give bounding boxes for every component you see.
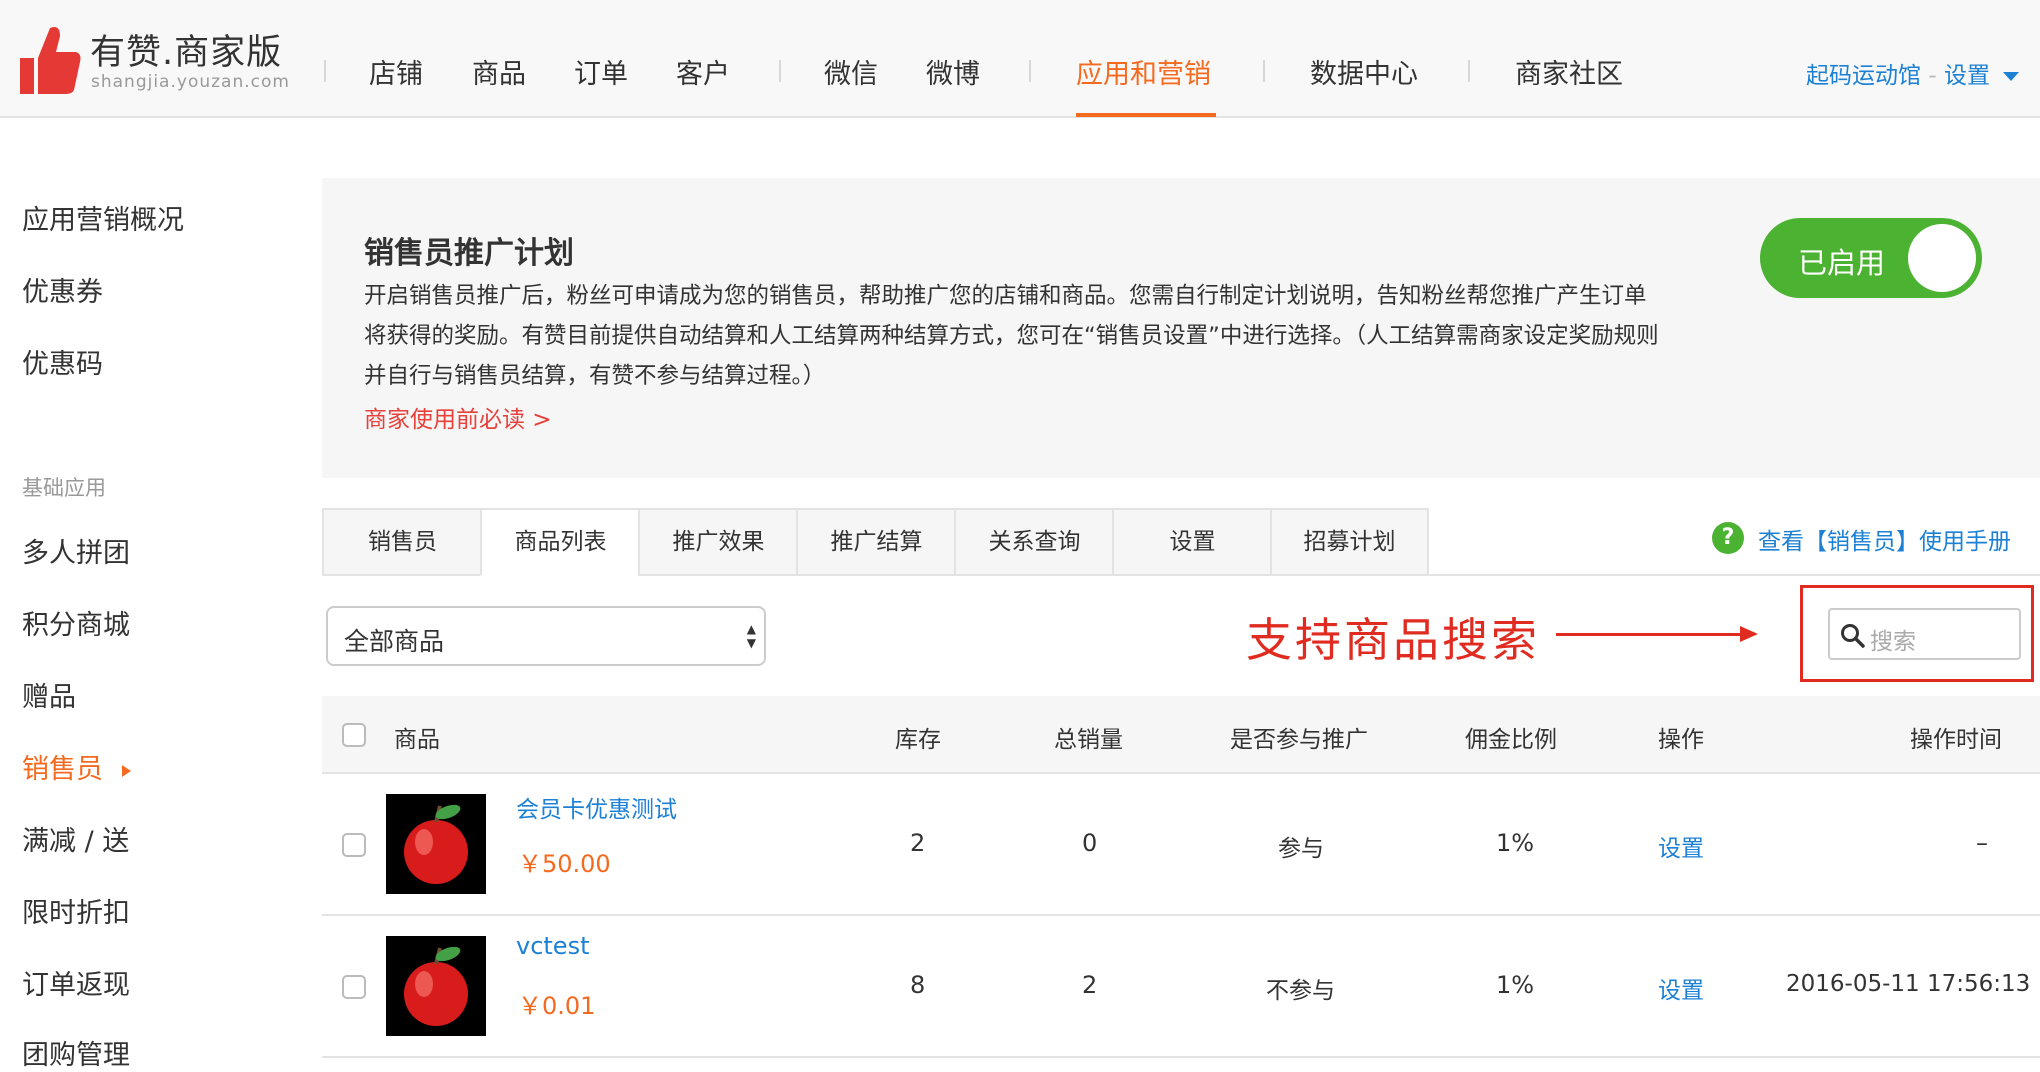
thumbs-up-logo-icon — [20, 27, 81, 94]
nav-divider — [324, 60, 326, 82]
promotion-status: 不参与 — [1266, 978, 1335, 1004]
tab-relation-query[interactable]: 关系查询 — [954, 508, 1113, 576]
select-arrows-icon: ▲ ▼ — [746, 622, 756, 650]
top-nav-bar: 有赞.商家版 shangjia.youzan.com 店铺 商品 订单 客户 微… — [0, 0, 2040, 118]
intro-title: 销售员推广计划 — [364, 236, 574, 271]
sidebar-item-discount-gift[interactable]: 满减 / 送 — [22, 819, 129, 858]
action-time: – — [1976, 829, 1988, 857]
nav-orders[interactable]: 订单 — [574, 52, 628, 91]
promotion-status: 参与 — [1278, 836, 1324, 862]
sidebar-item-points-mall[interactable]: 积分商城 — [22, 603, 130, 642]
sidebar-item-gifts[interactable]: 赠品 — [22, 675, 76, 714]
nav-store[interactable]: 店铺 — [369, 52, 423, 91]
nav-customers[interactable]: 客户 — [676, 52, 730, 91]
nav-divider — [1263, 60, 1265, 82]
col-action: 操作 — [1658, 727, 1704, 753]
col-commission: 佣金比例 — [1465, 727, 1557, 753]
product-thumbnail[interactable] — [386, 936, 486, 1036]
brand-logo[interactable]: 有赞.商家版 shangjia.youzan.com — [18, 22, 290, 102]
product-name-link[interactable]: 会员卡优惠测试 — [516, 790, 677, 824]
sales-value: 0 — [1082, 829, 1098, 857]
product-price: ￥0.01 — [518, 992, 596, 1020]
caret-down-icon[interactable] — [2003, 72, 2020, 81]
select-all-checkbox[interactable] — [342, 723, 366, 747]
row-settings-link[interactable]: 设置 — [1658, 829, 1704, 863]
nav-divider — [1029, 60, 1031, 82]
commission-value: 1% — [1496, 829, 1535, 857]
sidebar-item-label: 销售员 — [22, 754, 103, 785]
nav-data-center[interactable]: 数据中心 — [1310, 52, 1418, 91]
toggle-label: 已启用 — [1798, 246, 1886, 280]
nav-products[interactable]: 商品 — [472, 52, 526, 91]
sidebar-item-coupon-codes[interactable]: 优惠码 — [22, 342, 103, 381]
tab-settings[interactable]: 设置 — [1112, 508, 1271, 576]
toggle-knob — [1908, 224, 1976, 292]
apple-icon — [404, 946, 468, 1026]
select-value: 全部商品 — [344, 627, 445, 656]
must-read-link[interactable]: 商家使用前必读 > — [364, 400, 552, 434]
nav-wechat[interactable]: 微信 — [824, 52, 878, 91]
nav-weibo[interactable]: 微博 — [926, 52, 980, 91]
row-checkbox[interactable] — [342, 975, 366, 999]
help-link-text: 查看【销售员】使用手册 — [1758, 529, 2011, 555]
intro-description: 开启销售员推广后，粉丝可申请成为您的销售员，帮助推广您的店铺和商品。您需自行制定… — [364, 283, 1659, 389]
table-header: 商品 库存 总销量 是否参与推广 佣金比例 操作 操作时间 — [322, 696, 2040, 774]
product-filter-select[interactable]: 全部商品 ▲ ▼ — [326, 606, 766, 666]
nav-apps-marketing[interactable]: 应用和营销 — [1076, 52, 1211, 91]
sidebar-item-flash-discount[interactable]: 限时折扣 — [22, 891, 130, 930]
tab-recruit-plan[interactable]: 招募计划 — [1270, 508, 1429, 576]
stock-value: 2 — [910, 829, 926, 857]
col-total-sales: 总销量 — [1054, 727, 1123, 753]
product-price: ￥50.00 — [518, 850, 611, 878]
tab-promo-settlement[interactable]: 推广结算 — [796, 508, 955, 576]
settings-link[interactable]: 设置 — [1944, 63, 1990, 89]
row-settings-link[interactable]: 设置 — [1658, 971, 1704, 1005]
apple-icon — [404, 804, 468, 884]
caret-right-icon — [121, 764, 131, 777]
brand-domain: shangjia.youzan.com — [91, 72, 290, 92]
nav-active-indicator — [1076, 113, 1216, 117]
sidebar-item-group-buy[interactable]: 多人拼团 — [22, 531, 130, 570]
brand-name: 有赞.商家版 — [90, 33, 283, 73]
annotation-text: 支持商品搜索 — [1246, 613, 1540, 667]
account-menu: 起码运动馆 - 设置 — [1806, 56, 2020, 90]
annotation-arrow — [1556, 633, 1752, 636]
tab-product-list[interactable]: 商品列表 — [480, 508, 639, 576]
search-placeholder: 搜索 — [1870, 629, 1916, 655]
search-icon — [1841, 624, 1865, 648]
row-checkbox[interactable] — [342, 833, 366, 857]
table-row: vctest ￥0.01 8 2 不参与 1% 设置 2016-05-11 17… — [322, 916, 2040, 1058]
nav-divider — [779, 60, 781, 82]
product-thumbnail[interactable] — [386, 794, 486, 894]
sidebar-item-coupons[interactable]: 优惠券 — [22, 270, 103, 309]
product-name-link[interactable]: vctest — [516, 932, 590, 960]
table-row: 会员卡优惠测试 ￥50.00 2 0 参与 1% 设置 – — [322, 774, 2040, 916]
help-icon: ? — [1712, 522, 1744, 554]
col-product: 商品 — [394, 727, 440, 753]
sidebar-item-cashback[interactable]: 订单返现 — [22, 963, 130, 1002]
account-name[interactable]: 起码运动馆 — [1806, 63, 1921, 89]
account-separator: - — [1928, 63, 1944, 89]
nav-community[interactable]: 商家社区 — [1515, 52, 1623, 91]
nav-divider — [1468, 60, 1470, 82]
col-action-time: 操作时间 — [1910, 727, 2002, 753]
stock-value: 8 — [910, 971, 926, 999]
sales-value: 2 — [1082, 971, 1098, 999]
sidebar-item-overview[interactable]: 应用营销概况 — [22, 198, 184, 237]
enable-toggle[interactable]: 已启用 — [1760, 218, 1982, 298]
tab-salesperson[interactable]: 销售员 — [322, 508, 481, 576]
search-input[interactable]: 搜索 — [1828, 608, 2021, 660]
annotation-arrowhead — [1740, 626, 1758, 642]
col-stock: 库存 — [895, 727, 941, 753]
commission-value: 1% — [1496, 971, 1535, 999]
sidebar-item-group-purchase[interactable]: 团购管理 — [22, 1033, 130, 1072]
sidebar-group-title: 基础应用 — [22, 476, 106, 500]
tab-promo-effect[interactable]: 推广效果 — [638, 508, 797, 576]
col-promotion: 是否参与推广 — [1230, 727, 1368, 753]
sidebar-item-salesperson[interactable]: 销售员 — [22, 747, 131, 786]
action-time: 2016-05-11 17:56:13 — [1786, 971, 2031, 997]
